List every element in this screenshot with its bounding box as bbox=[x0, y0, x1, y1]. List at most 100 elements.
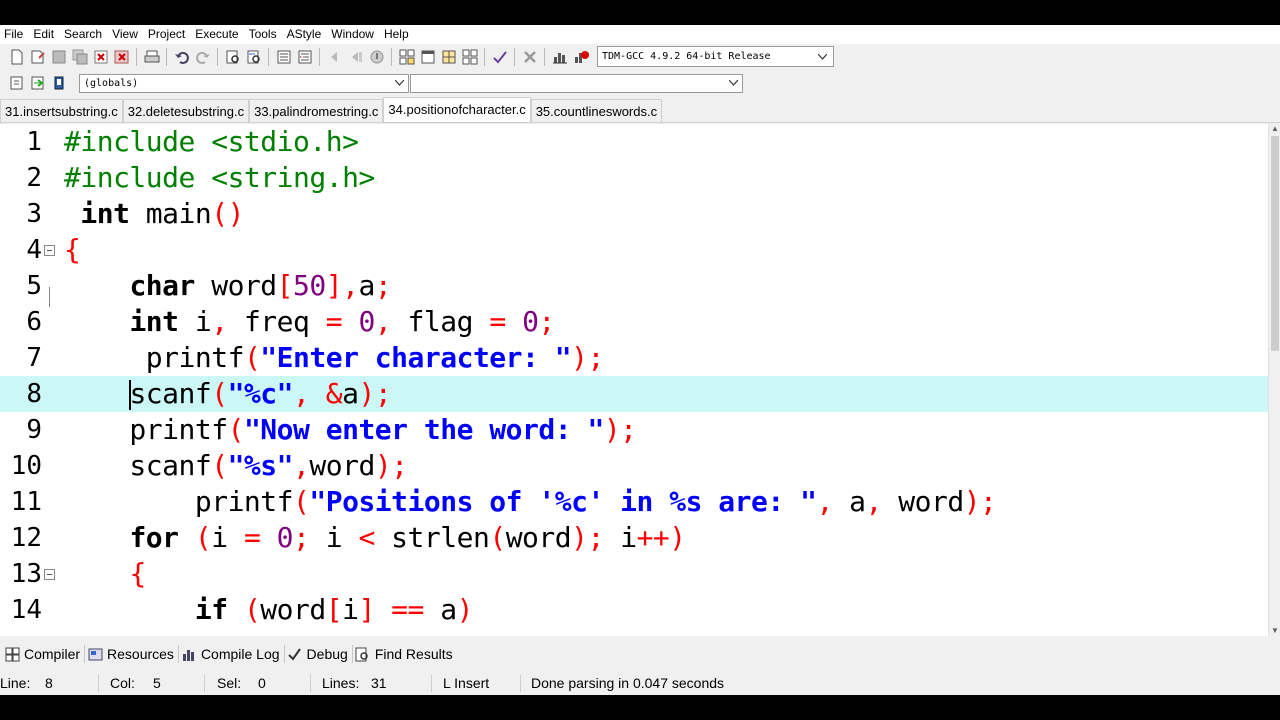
screen-bottom-border bbox=[0, 695, 1280, 720]
code-text: printf("Enter character: "); bbox=[64, 340, 605, 376]
code-text: int main() bbox=[64, 196, 244, 232]
delete-profile-icon[interactable] bbox=[572, 48, 590, 66]
code-token: , bbox=[211, 305, 228, 338]
code-line[interactable]: 9 printf("Now enter the word: "); bbox=[0, 412, 1268, 448]
open-file-icon[interactable] bbox=[29, 48, 47, 66]
menu-search[interactable]: Search bbox=[60, 25, 108, 44]
code-line[interactable]: 8 scanf("%c", &a); bbox=[0, 376, 1268, 412]
code-token: ); bbox=[963, 485, 997, 518]
replace-icon[interactable] bbox=[245, 48, 263, 66]
fold-collapse-icon[interactable] bbox=[44, 569, 55, 580]
code-line[interactable]: 11 printf("Positions of '%c' in %s are: … bbox=[0, 484, 1268, 520]
tab-palindromestring[interactable]: 33.palindromestring.c bbox=[249, 99, 384, 122]
compiler-profile-select[interactable]: TDM-GCC 4.9.2 64-bit Release bbox=[597, 46, 834, 67]
toggle-comment-icon[interactable] bbox=[29, 74, 47, 92]
scope-select[interactable]: (globals) bbox=[79, 73, 409, 93]
code-text: { bbox=[64, 232, 81, 268]
line-number: 14 bbox=[10, 595, 42, 625]
code-line[interactable]: 13 { bbox=[0, 556, 1268, 592]
code-token: for bbox=[129, 521, 179, 554]
save-all-icon[interactable] bbox=[71, 48, 89, 66]
menu-execute[interactable]: Execute bbox=[191, 25, 244, 44]
code-token: #include <stdio.h> bbox=[64, 125, 359, 158]
code-line[interactable]: 3 int main() bbox=[0, 196, 1268, 232]
scroll-down-icon[interactable]: ▼ bbox=[1271, 627, 1279, 635]
tab-compile-log[interactable]: Compile Log bbox=[179, 642, 284, 666]
print-icon[interactable] bbox=[143, 48, 161, 66]
goto-bookmark-icon[interactable] bbox=[347, 48, 365, 66]
status-col-label: Col: bbox=[110, 675, 135, 691]
menu-view[interactable]: View bbox=[108, 25, 144, 44]
code-token: ; bbox=[538, 305, 555, 338]
tab-positionofcharacter[interactable]: 34.positionofcharacter.c bbox=[383, 97, 531, 122]
indent-icon[interactable] bbox=[275, 48, 293, 66]
code-token: a bbox=[832, 485, 866, 518]
tab-find-results[interactable]: Find Results bbox=[353, 642, 457, 666]
save-icon[interactable] bbox=[50, 48, 68, 66]
menu-tools[interactable]: Tools bbox=[245, 25, 283, 44]
file-tabs: 31.insertsubstring.c 32.deletesubstring.… bbox=[0, 97, 1280, 123]
toolbar-separator bbox=[166, 47, 167, 66]
code-line[interactable]: 2 #include <string.h> bbox=[0, 160, 1268, 196]
toggle-bookmark-icon[interactable] bbox=[326, 48, 344, 66]
code-line[interactable]: 6 int i, freq = 0, flag = 0; bbox=[0, 304, 1268, 340]
code-line[interactable]: 7 printf("Enter character: "); bbox=[0, 340, 1268, 376]
scrollbar-thumb[interactable] bbox=[1271, 136, 1279, 351]
code-line[interactable]: 12 for (i = 0; i < strlen(word); i++) bbox=[0, 520, 1268, 556]
tab-insertsubstring[interactable]: 31.insertsubstring.c bbox=[0, 99, 123, 122]
code-token: ] bbox=[358, 593, 375, 626]
profile-chart-icon[interactable] bbox=[551, 48, 569, 66]
new-project-icon[interactable] bbox=[398, 48, 416, 66]
goto-line-icon[interactable] bbox=[368, 48, 386, 66]
undo-icon[interactable] bbox=[173, 48, 191, 66]
tab-deletesubstring[interactable]: 32.deletesubstring.c bbox=[122, 99, 250, 122]
close-all-icon[interactable] bbox=[113, 48, 131, 66]
member-select[interactable] bbox=[410, 73, 743, 93]
menu-help[interactable]: Help bbox=[380, 25, 415, 44]
tab-compiler[interactable]: Compiler bbox=[2, 642, 84, 666]
code-line[interactable]: 1 #include <stdio.h> bbox=[0, 124, 1268, 160]
new-file-icon[interactable] bbox=[8, 48, 26, 66]
status-col-value: 5 bbox=[153, 675, 161, 691]
code-line[interactable]: 14 if (word[i] == a) bbox=[0, 592, 1268, 628]
code-token: ); bbox=[571, 521, 604, 554]
menu-astyle[interactable]: AStyle bbox=[283, 25, 328, 44]
unindent-icon[interactable] bbox=[296, 48, 314, 66]
code-token: , bbox=[374, 305, 392, 338]
redo-icon[interactable] bbox=[194, 48, 212, 66]
check-syntax-icon[interactable] bbox=[491, 48, 509, 66]
menu-window[interactable]: Window bbox=[327, 25, 380, 44]
bookmark-icon[interactable] bbox=[50, 74, 68, 92]
code-token: [ bbox=[325, 593, 343, 626]
tab-debug[interactable]: Debug bbox=[285, 642, 352, 666]
line-number: 2 bbox=[26, 163, 42, 193]
find-icon[interactable] bbox=[224, 48, 242, 66]
code-text: char word[50],a; bbox=[64, 268, 391, 304]
code-line[interactable]: 10 scanf("%s",word); bbox=[0, 448, 1268, 484]
tile-icon[interactable] bbox=[461, 48, 479, 66]
menu-file[interactable]: File bbox=[0, 25, 29, 44]
close-file-icon[interactable] bbox=[92, 48, 110, 66]
status-lines-label: Lines: bbox=[322, 675, 360, 691]
code-token: "Positions of '%c' in %s are: " bbox=[309, 485, 817, 518]
menu-project[interactable]: Project bbox=[144, 25, 191, 44]
window-icon[interactable] bbox=[419, 48, 437, 66]
code-token: "Now enter the word: " bbox=[243, 413, 604, 446]
class-browser-icon[interactable] bbox=[440, 48, 458, 66]
code-line[interactable]: 5 char word[50],a; bbox=[0, 268, 1268, 304]
tab-countlineswords[interactable]: 35.countlineswords.c bbox=[530, 99, 663, 122]
code-token: { bbox=[129, 557, 146, 590]
fold-collapse-icon[interactable] bbox=[44, 245, 55, 256]
code-line[interactable]: 4{ bbox=[0, 232, 1268, 268]
code-editor[interactable]: 1 #include <stdio.h> 2 #include <string.h> 3… bbox=[0, 124, 1268, 636]
code-text: for (i = 0; i < strlen(word); i++) bbox=[64, 520, 686, 556]
stop-icon[interactable] bbox=[521, 48, 539, 66]
menu-edit[interactable]: Edit bbox=[29, 25, 60, 44]
editor-vertical-scrollbar[interactable]: ▲ ▼ bbox=[1268, 124, 1280, 636]
insert-code-icon[interactable] bbox=[8, 74, 26, 92]
tab-resources[interactable]: Resources bbox=[85, 642, 178, 666]
scroll-up-icon[interactable]: ▲ bbox=[1271, 125, 1279, 133]
